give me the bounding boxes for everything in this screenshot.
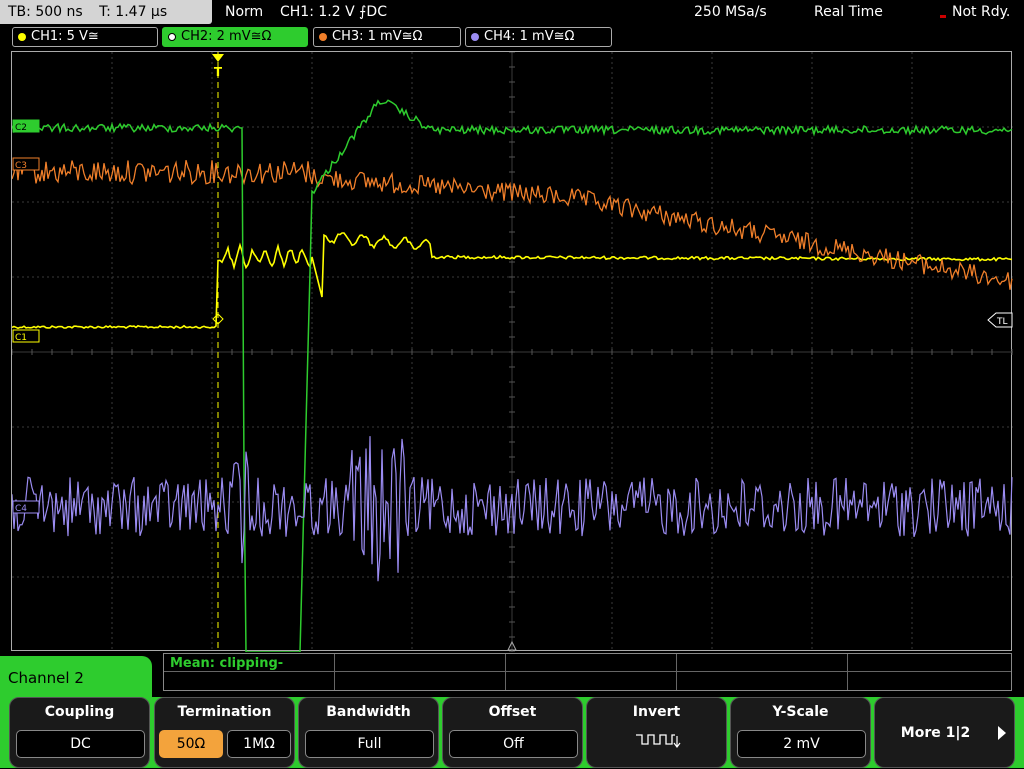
ch4-color-icon [471,33,479,41]
trigger-time-label: T: 1.47 µs [99,4,168,20]
status-bar: TB: 500 ns T: 1.47 µs Norm CH1: 1.2 V ⨍D… [0,0,1024,24]
waveform-display[interactable]: T C1 C2 C3 C4 TL [11,51,1013,652]
invert-softkey[interactable]: Invert [586,697,727,768]
c2-marker-text: C2 [15,123,27,133]
ch3-color-icon [319,33,327,41]
c4-marker[interactable]: C4 [12,500,40,514]
more-label: More 1|2 [900,725,971,741]
bandwidth-softkey[interactable]: Bandwidth Full [298,697,439,768]
trigger-pos-text: T [214,65,223,79]
timebase-box[interactable]: TB: 500 ns T: 1.47 µs [0,0,212,24]
waveform-canvas: T C1 C2 C3 C4 TL [12,52,1013,652]
termination-softkey[interactable]: Termination 50Ω 1MΩ [154,697,295,768]
ch4-label: CH4: 1 mV≅Ω [484,29,575,44]
more-softkey[interactable]: More 1|2 [874,697,1015,768]
softkey-bar: Coupling DC Termination 50Ω 1MΩ Bandwidt… [0,697,1024,768]
measurement-divider [676,654,677,690]
channel-tab-ch3[interactable]: CH3: 1 mV≅Ω [313,27,461,47]
c3-marker[interactable]: C3 [12,157,40,171]
coupling-value[interactable]: DC [16,730,145,758]
measurement-divider [334,654,335,690]
ch1-color-icon [18,33,26,41]
measurement-divider [164,671,1011,672]
ready-indicator-icon [940,15,946,18]
trigger-level-text: TL [996,317,1008,327]
termination-title: Termination [177,704,272,720]
ch1-label: CH1: 5 V≅ [31,29,99,44]
ch3-label: CH3: 1 mV≅Ω [332,29,423,44]
yscale-title: Y-Scale [772,704,829,720]
offset-title: Offset [488,704,537,720]
ch2-color-icon [168,33,176,41]
bandwidth-title: Bandwidth [326,704,411,720]
bandwidth-value[interactable]: Full [305,730,434,758]
offset-softkey[interactable]: Offset Off [442,697,583,768]
coupling-softkey[interactable]: Coupling DC [9,697,150,768]
c3-marker-text: C3 [15,161,27,171]
yscale-softkey[interactable]: Y-Scale 2 mV [730,697,871,768]
ready-state-label: Not Rdy. [952,4,1011,20]
termination-1mohm-option[interactable]: 1MΩ [227,730,291,758]
trigger-level-marker[interactable]: TL [987,312,1013,328]
more-arrow-icon [998,726,1006,740]
c1-marker-text: C1 [15,333,27,343]
timebase-label: TB: 500 ns [8,4,83,20]
offset-value[interactable]: Off [449,730,578,758]
trigger-position-icon[interactable] [212,54,224,62]
yscale-value[interactable]: 2 mV [737,730,866,758]
channel-tab-ch1[interactable]: CH1: 5 V≅ [12,27,158,47]
invert-waveform-icon [636,734,681,748]
sample-rate-label: 250 MSa/s [694,4,767,20]
c1-marker[interactable]: C1 [12,329,40,343]
measurement-divider [847,654,848,690]
trigger-mode-label[interactable]: Norm [225,0,263,24]
c4-marker-text: C4 [15,504,27,514]
channel-tab-ch4[interactable]: CH4: 1 mV≅Ω [465,27,612,47]
menu-title: Channel 2 [0,656,152,700]
coupling-title: Coupling [44,704,115,720]
measurement-divider [505,654,506,690]
trigger-info-label[interactable]: CH1: 1.2 V ⨍DC [280,0,387,24]
status-info: Norm CH1: 1.2 V ⨍DC 250 MSa/s Real Time … [218,0,1024,24]
termination-50ohm-option[interactable]: 50Ω [159,730,223,758]
measurement-mean: Mean: clipping- [170,656,284,671]
c2-marker[interactable]: C2 [12,119,40,133]
acquire-mode-label[interactable]: Real Time [814,0,883,24]
ch2-label: CH2: 2 mV≅Ω [181,29,272,44]
invert-title: Invert [632,704,681,720]
channel-tab-ch2[interactable]: CH2: 2 mV≅Ω [162,27,308,47]
measurement-bar: Mean: clipping- [163,653,1012,691]
